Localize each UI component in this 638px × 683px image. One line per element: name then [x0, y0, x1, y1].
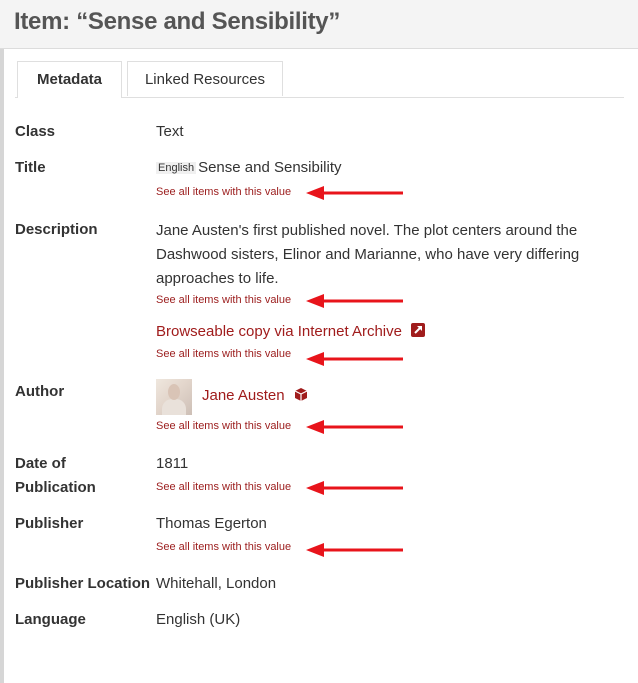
tab-metadata[interactable]: Metadata	[17, 61, 122, 98]
title-value: Sense and Sensibility	[198, 159, 342, 176]
external-link-icon[interactable]	[411, 323, 426, 341]
language-value: English (UK)	[156, 611, 241, 628]
publisher-location-label: Publisher Location	[15, 575, 151, 592]
author-link[interactable]: Jane Austen	[202, 387, 285, 404]
date-value: 1811	[156, 455, 189, 472]
arrow-annotation-archive	[306, 352, 403, 366]
class-label: Class	[15, 123, 56, 140]
description-label: Description	[15, 221, 98, 238]
tab-bar: Metadata Linked Resources	[15, 61, 624, 98]
author-label: Author	[15, 383, 65, 400]
publisher-location-value: Whitehall, London	[156, 575, 277, 592]
arrow-annotation-date	[306, 481, 403, 495]
class-value: Text	[156, 123, 184, 140]
language-tag: English	[156, 162, 197, 174]
see-all-title-link[interactable]: See all items with this value	[156, 186, 291, 198]
arrow-annotation-title	[306, 186, 403, 200]
archive-link[interactable]: Browseable copy via Internet Archive	[156, 323, 402, 340]
author-thumbnail[interactable]	[156, 379, 192, 415]
see-all-description-link[interactable]: See all items with this value	[156, 294, 291, 306]
see-all-author-link[interactable]: See all items with this value	[156, 420, 291, 432]
title-value-row: English Sense and Sensibility	[156, 159, 342, 176]
arrow-annotation-description	[306, 294, 403, 308]
author-link-row: Jane Austen	[202, 387, 308, 405]
title-label: Title	[15, 159, 46, 176]
language-label: Language	[15, 611, 86, 628]
tab-linked-resources[interactable]: Linked Resources	[127, 61, 283, 96]
left-edge-bar	[0, 0, 4, 683]
date-label-line1: Date of	[15, 455, 66, 472]
arrow-annotation-author	[306, 420, 403, 434]
page-header: Item: “Sense and Sensibility”	[0, 0, 638, 49]
see-all-date-link[interactable]: See all items with this value	[156, 481, 291, 493]
see-all-publisher-link[interactable]: See all items with this value	[156, 541, 291, 553]
date-label-line2: Publication	[15, 479, 96, 496]
arrow-annotation-publisher	[306, 543, 403, 557]
publisher-label: Publisher	[15, 515, 84, 532]
see-all-archive-link[interactable]: See all items with this value	[156, 348, 291, 360]
cube-icon	[294, 387, 308, 405]
archive-link-row: Browseable copy via Internet Archive	[156, 323, 426, 341]
page-title: Item: “Sense and Sensibility”	[14, 8, 341, 35]
description-value: Jane Austen's first published novel. The…	[156, 222, 580, 287]
publisher-value: Thomas Egerton	[156, 515, 267, 532]
